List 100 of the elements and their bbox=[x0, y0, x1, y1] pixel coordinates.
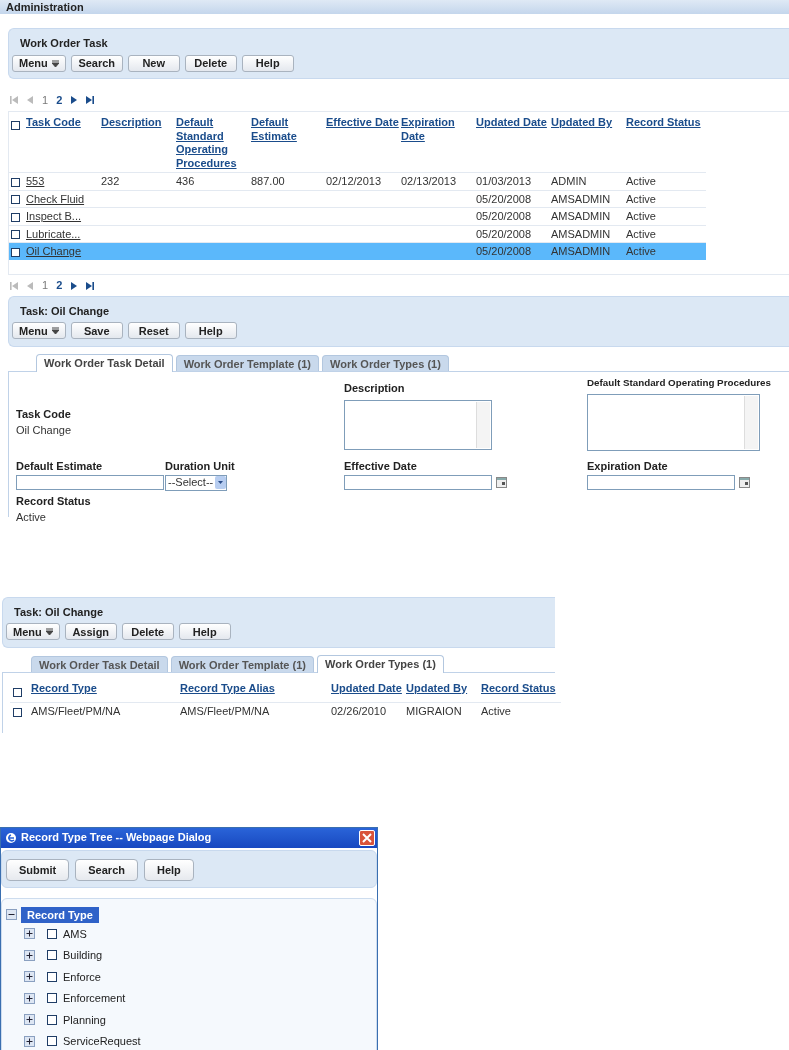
expand-icon[interactable] bbox=[24, 1014, 35, 1026]
expand-icon[interactable] bbox=[24, 1035, 35, 1047]
expand-icon[interactable] bbox=[24, 992, 35, 1004]
checkbox[interactable] bbox=[11, 247, 20, 257]
calendar-icon[interactable] bbox=[739, 476, 750, 488]
column-header-link[interactable]: Record Type Alias bbox=[180, 681, 331, 695]
column-header-link[interactable]: Updated Date bbox=[476, 116, 551, 130]
checkbox[interactable] bbox=[47, 1014, 57, 1025]
page-link[interactable]: 1 bbox=[42, 277, 49, 294]
table-cell: 02/13/2013 bbox=[401, 175, 457, 187]
toolbar-button[interactable]: Delete bbox=[184, 54, 237, 72]
table-cell: 232 bbox=[101, 175, 120, 187]
toolbar-button[interactable]: Help bbox=[241, 54, 294, 72]
tab[interactable]: Work Order Types (1) bbox=[322, 354, 449, 371]
toolbar-button[interactable]: Search bbox=[70, 54, 123, 72]
checkbox[interactable] bbox=[11, 212, 20, 222]
toolbar-button[interactable]: Help bbox=[184, 322, 237, 339]
next-page-icon[interactable] bbox=[70, 281, 79, 290]
duration-select[interactable]: --Select-- bbox=[165, 474, 227, 491]
column-header-link[interactable]: Record Status bbox=[626, 116, 706, 130]
column-header-link[interactable]: Default Standard Operating Procedures bbox=[176, 116, 251, 170]
table-cell: AMS/Fleet/PM/NA bbox=[31, 705, 121, 717]
expand-icon[interactable] bbox=[24, 928, 35, 940]
last-page-icon[interactable] bbox=[86, 96, 95, 104]
row-link[interactable]: Check Fluid bbox=[26, 192, 85, 205]
tree-node-label[interactable]: Enforce bbox=[63, 968, 101, 985]
menu-button[interactable]: Menu bbox=[12, 54, 66, 72]
tree-root[interactable]: Record Type bbox=[21, 906, 99, 923]
tab[interactable]: Work Order Task Detail bbox=[31, 655, 168, 672]
tree-node-label[interactable]: Building bbox=[63, 947, 103, 964]
row-link[interactable]: Inspect B... bbox=[26, 210, 82, 222]
tab[interactable]: Work Order Types (1) bbox=[317, 654, 444, 673]
tree-node-label[interactable]: Enforcement bbox=[63, 990, 126, 1007]
checkbox[interactable] bbox=[13, 688, 22, 698]
tree-node-label[interactable]: ServiceRequest bbox=[63, 1033, 141, 1050]
procedures-textarea[interactable] bbox=[587, 394, 760, 452]
checkbox[interactable] bbox=[47, 993, 57, 1004]
checkbox[interactable] bbox=[11, 195, 20, 205]
menu-button[interactable]: Menu bbox=[6, 623, 60, 640]
toolbar-button[interactable]: New bbox=[127, 54, 180, 72]
toolbar-button[interactable]: Delete bbox=[121, 623, 174, 640]
scrollbar[interactable] bbox=[476, 402, 490, 448]
column-header-link[interactable]: Record Status bbox=[481, 681, 561, 695]
dialog-button[interactable]: Help bbox=[144, 858, 194, 881]
dropdown-icon bbox=[51, 59, 59, 67]
tab[interactable]: Work Order Task Detail bbox=[36, 353, 173, 372]
column-header-link[interactable]: Record Type bbox=[31, 681, 180, 695]
dialog-title: Record Type Tree -- Webpage Dialog bbox=[21, 830, 212, 846]
checkbox[interactable] bbox=[11, 177, 20, 187]
tree-node-label[interactable]: Planning bbox=[63, 1011, 106, 1028]
column-header-link[interactable]: Updated By bbox=[551, 116, 626, 130]
page-link[interactable]: 1 bbox=[42, 91, 49, 109]
date-field[interactable] bbox=[344, 474, 492, 490]
column-header-link[interactable]: Effective Date bbox=[326, 116, 401, 130]
panel-title: Task: Oil Change bbox=[19, 303, 110, 319]
field-value: Active bbox=[16, 510, 47, 526]
dropdown-icon bbox=[215, 476, 226, 490]
column-header-link[interactable]: Updated Date bbox=[331, 681, 406, 695]
table-cell: AMSADMIN bbox=[551, 227, 611, 240]
expand-icon[interactable] bbox=[24, 971, 35, 983]
checkbox[interactable] bbox=[11, 120, 20, 130]
toolbar-button[interactable]: Assign bbox=[64, 623, 117, 640]
expand-icon[interactable] bbox=[24, 949, 35, 961]
checkbox[interactable] bbox=[47, 971, 57, 982]
toolbar-button[interactable]: Reset bbox=[127, 322, 180, 339]
tab[interactable]: Work Order Template (1) bbox=[170, 655, 314, 672]
collapse-icon[interactable] bbox=[6, 909, 17, 921]
estimate-field[interactable] bbox=[16, 474, 164, 490]
checkbox[interactable] bbox=[47, 950, 57, 961]
checkbox[interactable] bbox=[11, 230, 20, 240]
dialog-button[interactable]: Search bbox=[75, 858, 138, 881]
table-cell: Active bbox=[626, 192, 656, 205]
close-button[interactable] bbox=[359, 829, 375, 846]
column-header-link[interactable]: Expiration Date bbox=[401, 116, 476, 143]
date-field[interactable] bbox=[587, 474, 735, 490]
column-header-link[interactable]: Updated By bbox=[406, 681, 481, 695]
table-cell: Active bbox=[626, 175, 656, 187]
page-link[interactable]: 2 bbox=[56, 277, 63, 294]
toolbar-button[interactable]: Help bbox=[178, 623, 231, 640]
column-header-link[interactable]: Task Code bbox=[26, 116, 101, 130]
toolbar-button[interactable]: Save bbox=[70, 322, 123, 339]
checkbox[interactable] bbox=[13, 707, 22, 717]
checkbox[interactable] bbox=[47, 928, 57, 939]
column-header-link[interactable]: Description bbox=[101, 116, 176, 130]
next-page-icon[interactable] bbox=[70, 96, 79, 104]
last-page-icon[interactable] bbox=[86, 281, 95, 290]
tree-node-label[interactable]: AMS bbox=[63, 925, 87, 942]
row-link[interactable]: Lubricate... bbox=[26, 227, 81, 240]
row-link[interactable]: 553 bbox=[26, 175, 45, 187]
checkbox[interactable] bbox=[47, 1036, 57, 1047]
description-textarea[interactable] bbox=[344, 400, 492, 450]
page-link[interactable]: 2 bbox=[56, 91, 63, 109]
scrollbar[interactable] bbox=[744, 396, 758, 450]
tab[interactable]: Work Order Template (1) bbox=[175, 354, 319, 371]
table-cell: 05/20/2008 bbox=[476, 210, 532, 222]
calendar-icon[interactable] bbox=[496, 476, 507, 488]
menu-button[interactable]: Menu bbox=[12, 322, 66, 339]
column-header-link[interactable]: Default Estimate bbox=[251, 116, 326, 143]
field-value: Oil Change bbox=[16, 423, 73, 438]
dialog-button[interactable]: Submit bbox=[6, 858, 70, 881]
